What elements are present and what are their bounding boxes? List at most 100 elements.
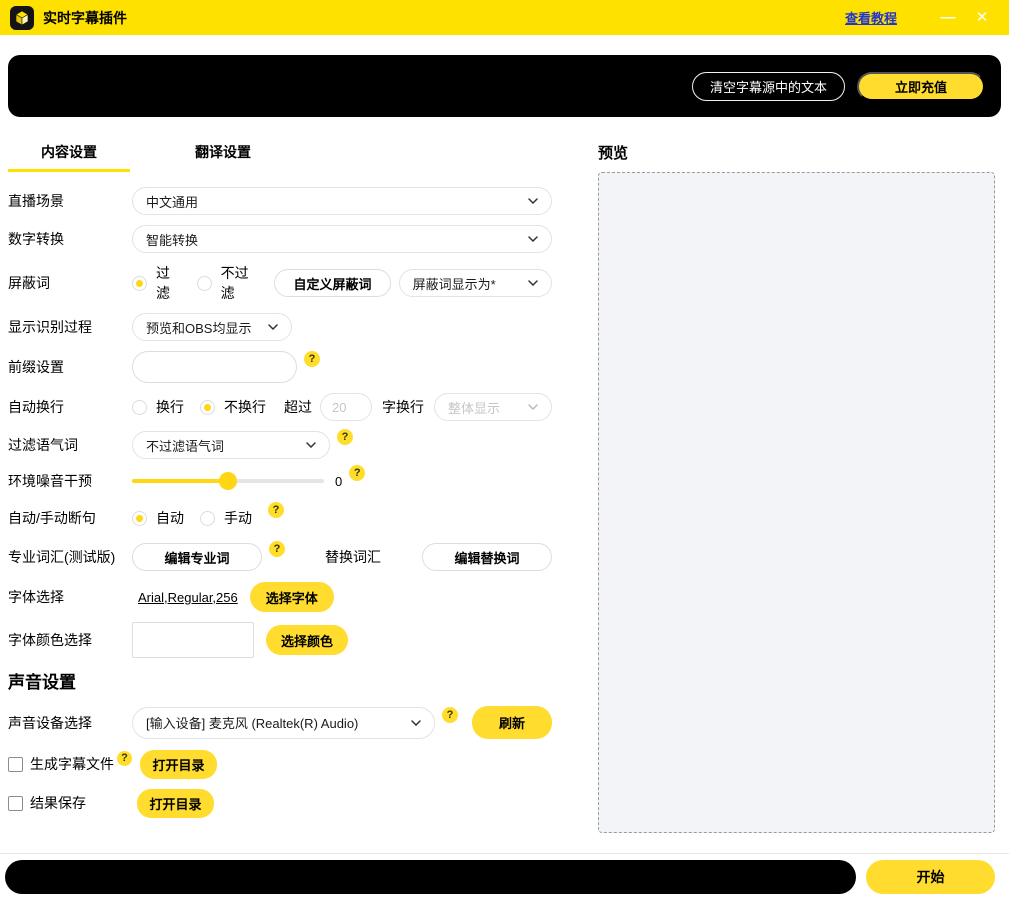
preview-title: 预览 <box>598 142 628 163</box>
chevron-down-icon <box>528 198 538 204</box>
chevron-down-icon <box>528 280 538 286</box>
no-wrap-option-label: 不换行 <box>224 397 266 417</box>
font-select-label: 字体选择 <box>8 587 132 607</box>
wrap-option-label: 换行 <box>156 397 184 417</box>
no-wrap-radio[interactable]: 不换行 <box>200 397 266 417</box>
sentence-break-help-icon[interactable]: ? <box>268 502 284 518</box>
filler-filter-label: 过滤语气词 <box>8 435 132 455</box>
wrap-mode-value: 整体显示 <box>448 398 500 417</box>
live-scene-value: 中文通用 <box>146 192 198 211</box>
row-result-save: 结果保存 打开目录 <box>8 788 552 818</box>
recognition-display-value: 预览和OBS均显示 <box>146 318 251 337</box>
chevron-down-icon <box>528 236 538 242</box>
sound-device-label: 声音设备选择 <box>8 713 132 733</box>
blocked-words-label: 屏蔽词 <box>8 273 132 293</box>
chevron-down-icon <box>411 720 421 726</box>
filler-filter-value: 不过滤语气词 <box>146 436 224 455</box>
sound-settings-heading: 声音设置 <box>8 668 552 693</box>
noise-slider-thumb[interactable] <box>219 472 237 490</box>
subtitle-file-label: 生成字幕文件 <box>30 754 114 774</box>
number-convert-select[interactable]: 智能转换 <box>132 225 552 253</box>
live-scene-label: 直播场景 <box>8 191 132 211</box>
wrap-radio[interactable]: 换行 <box>132 397 184 417</box>
chevron-down-icon <box>528 404 538 410</box>
chevron-down-icon <box>268 324 278 330</box>
noise-suppression-label: 环境噪音干预 <box>8 471 132 491</box>
exceed-chars-input[interactable] <box>320 393 372 421</box>
sound-device-select[interactable]: [输入设备] 麦克风 (Realtek(R) Audio) <box>132 707 435 739</box>
view-tutorial-link[interactable]: 查看教程 <box>845 8 897 27</box>
row-prefix: 前缀设置 ? <box>8 351 552 383</box>
filler-filter-help-icon[interactable]: ? <box>337 429 353 445</box>
filter-option-label: 过滤 <box>156 263 181 303</box>
blocked-words-display-select[interactable]: 屏蔽词显示为* <box>399 269 552 297</box>
top-banner: 清空字幕源中的文本 立即充值 <box>8 55 1001 117</box>
noise-slider-fill <box>132 479 228 483</box>
result-save-checkbox[interactable] <box>8 796 23 811</box>
minimize-button[interactable]: — <box>931 0 965 35</box>
radio-selected-icon <box>200 400 215 415</box>
sound-device-value: [输入设备] 麦克风 (Realtek(R) Audio) <box>146 713 358 732</box>
noise-help-icon[interactable]: ? <box>349 465 365 481</box>
noise-slider[interactable] <box>132 479 324 483</box>
subtitle-file-help-icon[interactable]: ? <box>117 751 132 766</box>
auto-break-radio[interactable]: 自动 <box>132 508 184 528</box>
row-auto-wrap: 自动换行 换行 不换行 超过 字换行 整体显示 <box>8 393 552 421</box>
live-scene-select[interactable]: 中文通用 <box>132 187 552 215</box>
app-logo-icon <box>10 6 34 30</box>
edit-replace-words-button[interactable]: 编辑替换词 <box>422 543 552 571</box>
radio-unselected-icon <box>197 276 212 291</box>
prefix-help-icon[interactable]: ? <box>304 351 320 367</box>
choose-color-button[interactable]: 选择颜色 <box>266 625 348 655</box>
settings-panel: 内容设置 翻译设置 直播场景 中文通用 数字转换 智能转换 屏蔽词 过滤 不过滤… <box>8 142 552 827</box>
tab-content-settings[interactable]: 内容设置 <box>8 142 130 172</box>
sentence-break-label: 自动/手动断句 <box>8 508 132 528</box>
open-subtitle-dir-button[interactable]: 打开目录 <box>140 750 217 779</box>
start-button[interactable]: 开始 <box>866 860 995 894</box>
title-bar: 实时字幕插件 查看教程 — ✕ <box>0 0 1009 35</box>
choose-font-button[interactable]: 选择字体 <box>250 582 334 612</box>
custom-blocked-words-button[interactable]: 自定义屏蔽词 <box>274 269 390 297</box>
current-font-link[interactable]: Arial,Regular,256 <box>138 590 238 605</box>
manual-option-label: 手动 <box>224 508 252 528</box>
font-color-label: 字体颜色选择 <box>8 630 132 650</box>
number-convert-value: 智能转换 <box>146 230 198 249</box>
row-number-convert: 数字转换 智能转换 <box>8 225 552 253</box>
nofilter-option-label: 不过滤 <box>221 263 259 303</box>
row-filler-filter: 过滤语气词 不过滤语气词 ? <box>8 431 552 459</box>
blocked-words-nofilter-radio[interactable]: 不过滤 <box>197 263 259 303</box>
settings-tabs: 内容设置 翻译设置 <box>8 142 552 172</box>
professional-words-help-icon[interactable]: ? <box>269 541 285 557</box>
recharge-button[interactable]: 立即充值 <box>857 72 985 101</box>
prefix-label: 前缀设置 <box>8 357 132 377</box>
recognition-display-select[interactable]: 预览和OBS均显示 <box>132 313 292 341</box>
auto-wrap-label: 自动换行 <box>8 397 132 417</box>
refresh-devices-button[interactable]: 刷新 <box>472 706 552 739</box>
manual-break-radio[interactable]: 手动 <box>200 508 252 528</box>
radio-selected-icon <box>132 511 147 526</box>
row-font-select: 字体选择 Arial,Regular,256 选择字体 <box>8 582 552 612</box>
close-button[interactable]: ✕ <box>965 0 999 35</box>
open-result-dir-button[interactable]: 打开目录 <box>137 789 214 818</box>
tab-translate-settings[interactable]: 翻译设置 <box>162 142 284 172</box>
clear-subtitle-text-button[interactable]: 清空字幕源中的文本 <box>692 72 845 101</box>
status-bar <box>5 860 856 894</box>
blocked-words-display-value: 屏蔽词显示为* <box>413 274 496 293</box>
noise-value: 0 <box>335 474 342 489</box>
subtitle-file-checkbox[interactable] <box>8 757 23 772</box>
blocked-words-filter-radio[interactable]: 过滤 <box>132 263 181 303</box>
edit-professional-words-button[interactable]: 编辑专业词 <box>132 543 262 571</box>
recognition-display-label: 显示识别过程 <box>8 317 132 337</box>
row-sentence-break: 自动/手动断句 自动 手动 ? <box>8 505 552 531</box>
row-recognition-display: 显示识别过程 预览和OBS均显示 <box>8 313 552 341</box>
radio-selected-icon <box>132 276 147 291</box>
font-color-input[interactable] <box>132 622 254 658</box>
filler-filter-select[interactable]: 不过滤语气词 <box>132 431 330 459</box>
wrap-suffix-label: 字换行 <box>382 397 424 417</box>
professional-words-label: 专业词汇(测试版) <box>8 547 132 567</box>
row-noise-suppression: 环境噪音干预 0 ? <box>8 469 552 493</box>
prefix-input[interactable] <box>132 351 297 383</box>
wrap-mode-select[interactable]: 整体显示 <box>434 393 552 421</box>
sound-device-help-icon[interactable]: ? <box>442 707 458 723</box>
result-save-label: 结果保存 <box>30 793 86 813</box>
